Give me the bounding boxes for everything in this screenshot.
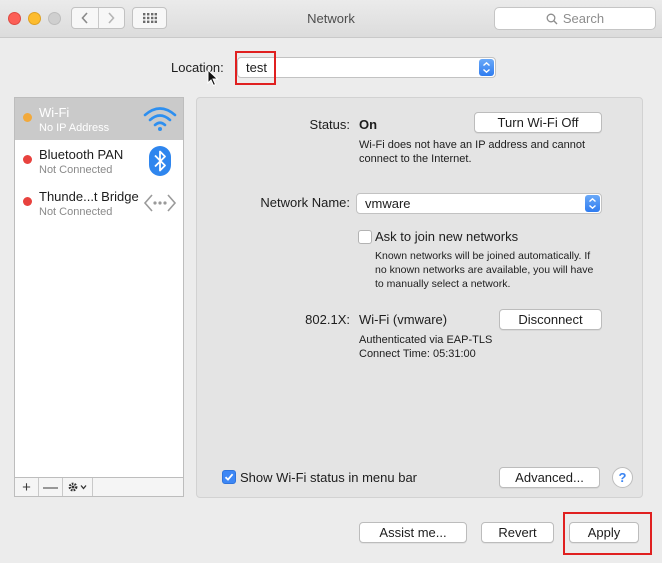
search-placeholder: Search [562, 11, 605, 26]
ask-to-join-description: Known networks will be joined automatica… [375, 249, 625, 291]
service-status: Not Connected [39, 206, 113, 218]
connect-time: Connect Time: 05:31:00 [359, 348, 476, 360]
auth-method: Authenticated via EAP-TLS [359, 334, 493, 346]
service-list-toolbar: + — [14, 477, 184, 497]
service-name: Wi-Fi [39, 105, 70, 120]
network-name-label: Network Name: [260, 195, 350, 210]
thunderbolt-bridge-icon [143, 188, 177, 218]
service-item-bluetooth-pan[interactable]: Bluetooth PAN Not Connected [15, 140, 183, 182]
ask-to-join-description-line: Known networks will be joined automatica… [375, 250, 591, 262]
dot1x-label: 802.1X: [305, 312, 350, 327]
service-item-wifi[interactable]: Wi-Fi No IP Address [15, 98, 183, 140]
dot1x-value: Wi-Fi (vmware) [359, 312, 448, 327]
service-list: Wi-Fi No IP Address Bluetooth PAN Not Co… [14, 97, 184, 497]
show-wifi-status-checkbox[interactable] [222, 470, 236, 484]
assist-me-button[interactable]: Assist me... [359, 522, 467, 543]
service-name: Bluetooth PAN [39, 147, 124, 162]
location-highlight-box [235, 51, 276, 85]
location-dropdown-stepper[interactable] [479, 59, 494, 76]
add-service-button[interactable]: + [15, 478, 39, 496]
help-button[interactable]: ? [612, 467, 633, 488]
ask-to-join-description-line: no known networks are available, you wil… [375, 264, 594, 276]
status-dot [23, 197, 32, 206]
mouse-pointer-icon [207, 69, 219, 87]
advanced-button[interactable]: Advanced... [499, 467, 600, 488]
network-name-dropdown-stepper[interactable] [585, 195, 600, 212]
apply-highlight-box [563, 512, 652, 555]
remove-service-button[interactable]: — [39, 478, 63, 496]
bluetooth-icon [143, 146, 177, 176]
up-down-chevron-icon [589, 197, 596, 210]
show-wifi-status-label: Show Wi-Fi status in menu bar [240, 470, 418, 485]
ask-to-join-label: Ask to join new networks [375, 229, 519, 244]
service-item-thunderbolt-bridge[interactable]: Thunde...t Bridge Not Connected [15, 182, 183, 224]
wifi-icon [143, 104, 177, 134]
title-bar: Network Search [0, 0, 662, 38]
ask-to-join-checkbox[interactable] [358, 230, 372, 244]
gear-icon [68, 482, 86, 492]
disconnect-button[interactable]: Disconnect [499, 309, 602, 330]
search-field[interactable]: Search [494, 7, 656, 30]
service-status: No IP Address [39, 122, 110, 134]
checkmark-icon [224, 473, 234, 481]
status-description-line: connect to the Internet. [359, 153, 472, 165]
status-description: Wi-Fi does not have an IP address and ca… [359, 138, 619, 166]
status-label: Status: [309, 117, 350, 132]
status-dot [23, 155, 32, 164]
service-status: Not Connected [39, 164, 113, 176]
network-name-value: vmware [365, 196, 411, 211]
ask-to-join-description-line: to manually select a network. [375, 278, 511, 290]
turn-wifi-off-button[interactable]: Turn Wi-Fi Off [474, 112, 602, 133]
service-name: Thunde...t Bridge [39, 189, 139, 204]
status-description-line: Wi-Fi does not have an IP address and ca… [359, 139, 586, 151]
search-icon [546, 13, 558, 24]
status-dot [23, 113, 32, 122]
revert-button[interactable]: Revert [481, 522, 554, 543]
status-value: On [359, 117, 378, 132]
dot1x-details: Authenticated via EAP-TLS Connect Time: … [359, 333, 579, 361]
network-name-select[interactable]: vmware [356, 193, 602, 214]
action-menu-button[interactable] [63, 478, 93, 496]
up-down-chevron-icon [483, 61, 490, 74]
